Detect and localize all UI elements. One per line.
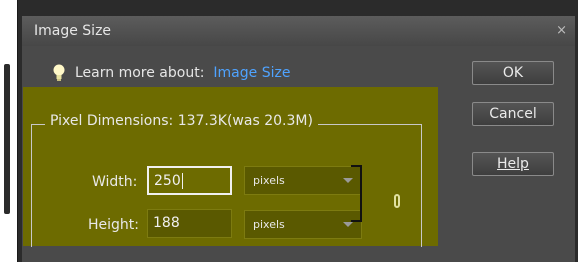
help-button[interactable]: Help [472, 152, 554, 176]
lightbulb-icon [53, 64, 65, 81]
dialog-titlebar[interactable]: Image Size × [22, 16, 575, 46]
width-unit-select[interactable]: pixels [244, 166, 362, 195]
ok-button[interactable]: OK [472, 61, 554, 85]
constrain-proportions-bracket [351, 165, 362, 222]
close-icon[interactable]: × [556, 16, 567, 46]
chevron-down-icon [343, 222, 353, 227]
height-label: Height: [88, 217, 139, 233]
height-unit-select[interactable]: pixels [244, 210, 362, 239]
height-value: 188 [153, 215, 180, 231]
width-label: Width: [92, 174, 138, 190]
width-input[interactable]: 250 [147, 166, 232, 195]
learn-more-label: Learn more about: [75, 65, 205, 81]
cancel-button[interactable]: Cancel [472, 102, 554, 126]
background-mark [4, 64, 10, 214]
image-size-help-link[interactable]: Image Size [213, 65, 290, 81]
height-input[interactable]: 188 [147, 209, 232, 238]
chain-link-icon[interactable] [394, 194, 400, 208]
height-unit-value: pixels [253, 218, 285, 231]
help-button-label: Help [497, 156, 529, 172]
width-unit-value: pixels [253, 174, 285, 187]
pixel-dimensions-legend: Pixel Dimensions: 137.3K(was 20.3M) [45, 113, 318, 129]
background-window-edge [0, 0, 17, 262]
dialog-title: Image Size [34, 23, 112, 39]
text-caret [181, 173, 183, 189]
width-value: 250 [154, 173, 181, 189]
learn-more-row: Learn more about: Image Size [52, 64, 290, 82]
